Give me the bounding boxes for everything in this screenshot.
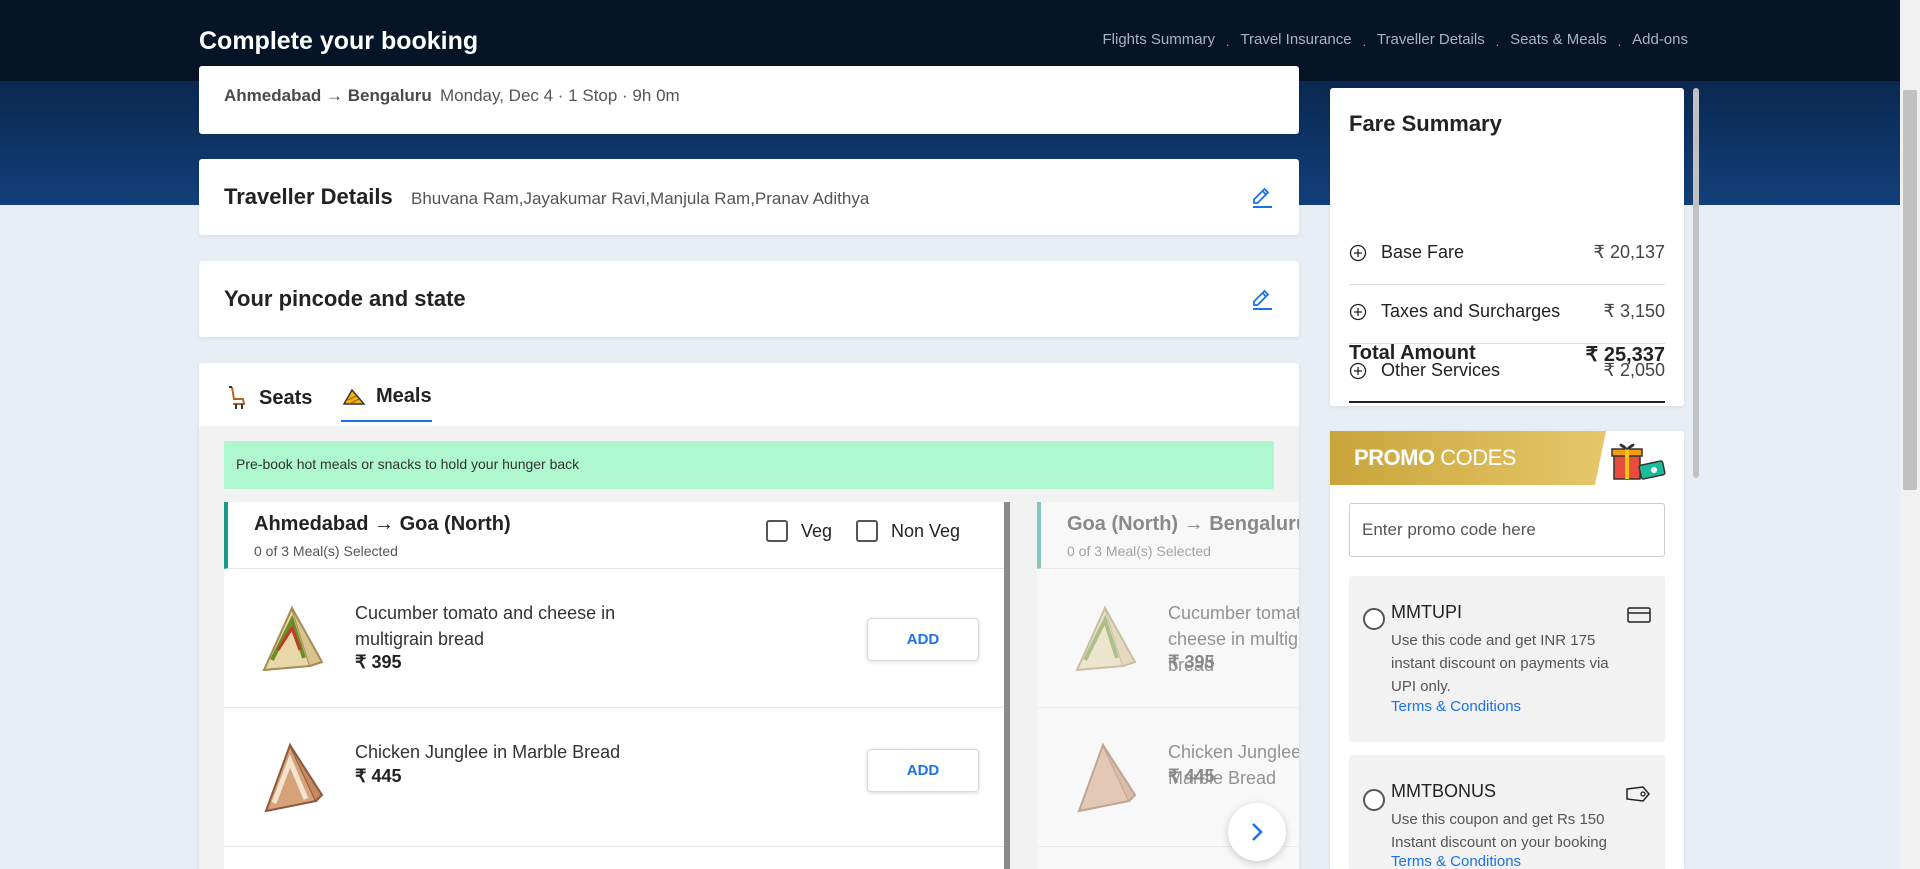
promo-header: PROMO CODES [1330,431,1606,485]
sandwich-image [1077,742,1137,813]
pincode-title: Your pincode and state [224,286,466,311]
route-label: Ahmedabad → Bengaluru [224,86,432,105]
meal-price: ₹ 395 [1168,652,1215,672]
sandwich-image [1075,605,1137,672]
page-scrollbar-thumb[interactable] [1903,90,1917,490]
tag-icon [1626,786,1650,802]
promo-title-light: CODES [1434,445,1516,470]
total-amount: ₹ 25,337 [1585,344,1665,366]
fare-summary-title: Fare Summary [1349,111,1502,136]
meal-segment-header: Ahmedabad → Goa (North) 0 of 3 Meal(s) S… [224,502,1004,569]
edit-icon[interactable] [1250,287,1274,311]
traveller-names: Bhuvana Ram,Jayakumar Ravi,Manjula Ram,P… [411,189,870,208]
meal-item: Chicken Junglee in Marble Bread ₹ 445 AD… [224,709,1004,847]
nonveg-filter[interactable]: Non Veg [856,520,960,542]
promo-option[interactable]: MMTBONUS Use this coupon and get Rs 150 … [1349,755,1665,869]
nav-traveller-details[interactable]: Traveller Details [1377,31,1485,48]
meal-segment-header: Goa (North) → Bengaluru 0 of 3 Meal(s) S… [1037,502,1299,569]
gift-icon [1611,443,1666,480]
total-label: Total Amount [1349,342,1476,364]
plus-circle-icon [1349,244,1367,262]
nonveg-checkbox[interactable] [856,520,878,542]
meal-name: Chicken Junglee in Marble Bread [355,742,621,762]
promo-codes-card: PROMO CODES MMTUPI Use this code and get… [1330,431,1684,869]
segment-meal-count: 0 of 3 Meal(s) Selected [1067,543,1211,559]
promo-radio[interactable] [1363,608,1385,630]
flight-route-card: Ahmedabad → Bengaluru Monday, Dec 4 · 1 … [199,66,1299,134]
segment-meal-count: 0 of 3 Meal(s) Selected [254,543,398,559]
nav-separator: . [1362,34,1366,49]
promo-description: Use this coupon and get Rs 150 Instant d… [1391,811,1607,851]
tab-seats[interactable]: Seats [227,385,312,411]
pincode-card: Your pincode and state [199,261,1299,337]
nav-separator: . [1495,34,1500,49]
promo-code: MMTBONUS [1391,781,1496,801]
meal-name: Cucumber tomato and cheese in multigrain… [355,603,616,649]
meal-price: ₹ 395 [355,652,402,672]
terms-link[interactable]: Terms & Conditions [1391,853,1521,869]
page-scrollbar[interactable] [1900,0,1920,869]
fare-row-amount: ₹ 20,137 [1593,242,1665,262]
fare-row-label: Base Fare [1381,242,1465,262]
fare-row-label: Taxes and Surcharges [1381,301,1561,321]
meals-panel: Pre-book hot meals or snacks to hold you… [199,426,1299,869]
meal-icon [342,388,366,405]
add-meal-button[interactable]: ADD [867,749,979,792]
total-amount-row: Total Amount ₹ 25,337 [1349,342,1665,366]
nav-flights-summary[interactable]: Flights Summary [1103,31,1216,48]
tab-meals[interactable]: Meals [342,385,432,408]
fare-row-amount: ₹ 3,150 [1603,301,1666,321]
nonveg-label: Non Veg [891,520,961,541]
veg-filter[interactable]: Veg [766,520,832,542]
fare-row[interactable]: Taxes and Surcharges ₹ 3,150 [1349,285,1665,344]
sandwich-image [262,605,324,672]
meal-price: ₹ 445 [1168,766,1215,786]
traveller-details-title: Traveller Details [224,184,393,209]
veg-checkbox[interactable] [766,520,788,542]
seats-meals-card: Seats Meals Pre-book hot meals or snacks… [199,363,1299,869]
promo-description: Use this code and get INR 175 instant di… [1391,632,1609,695]
meals-info-banner: Pre-book hot meals or snacks to hold you… [224,441,1274,489]
promo-radio[interactable] [1363,789,1385,811]
plus-circle-icon [1349,303,1367,321]
veg-label: Veg [801,520,833,541]
nav-travel-insurance[interactable]: Travel Insurance [1240,31,1351,48]
active-tab-indicator [341,420,432,422]
seats-meals-tabs: Seats Meals [199,363,1299,426]
route-meta: Monday, Dec 4 · 1 Stop · 9h 0m [440,86,680,105]
nav-seats-meals[interactable]: Seats & Meals [1510,31,1607,48]
promo-title-bold: PROMO [1354,445,1435,470]
segment-route: Ahmedabad → Goa (North) [254,513,511,535]
meal-item: Cucumber tomato and cheese in multigrain… [224,570,1004,708]
promo-code-input[interactable] [1349,503,1665,557]
tab-seats-label: Seats [259,386,313,409]
nav-separator: . [1617,34,1622,49]
edit-icon[interactable] [1250,185,1274,209]
add-meal-button[interactable]: ADD [867,618,979,661]
tab-meals-label: Meals [376,385,432,407]
page-title: Complete your booking [199,27,479,55]
promo-code: MMTUPI [1391,602,1462,622]
sidebar-scrollbar[interactable] [1693,88,1699,478]
nav-separator: . [1226,34,1230,49]
meal-segment: Ahmedabad → Goa (North) 0 of 3 Meal(s) S… [224,502,1010,869]
meal-price: ₹ 445 [355,766,402,786]
fare-row[interactable]: Base Fare ₹ 20,137 [1349,226,1665,285]
card-icon [1627,607,1651,623]
promo-option[interactable]: MMTUPI Use this code and get INR 175 ins… [1349,576,1665,742]
sandwich-image [264,742,324,813]
seat-icon [229,386,246,409]
chevron-right-icon [1252,823,1263,841]
traveller-details-card: Traveller Details Bhuvana Ram,Jayakumar … [199,159,1299,235]
next-segment-button[interactable] [1228,803,1286,861]
meal-item: Cucumber tomato and cheese in multigrain… [1037,570,1299,708]
terms-link[interactable]: Terms & Conditions [1391,698,1521,715]
booking-steps-nav: Flights Summary . Travel Insurance . Tra… [1103,31,1688,49]
nav-add-ons[interactable]: Add-ons [1632,31,1688,48]
segment-route: Goa (North) → Bengaluru [1067,513,1299,535]
